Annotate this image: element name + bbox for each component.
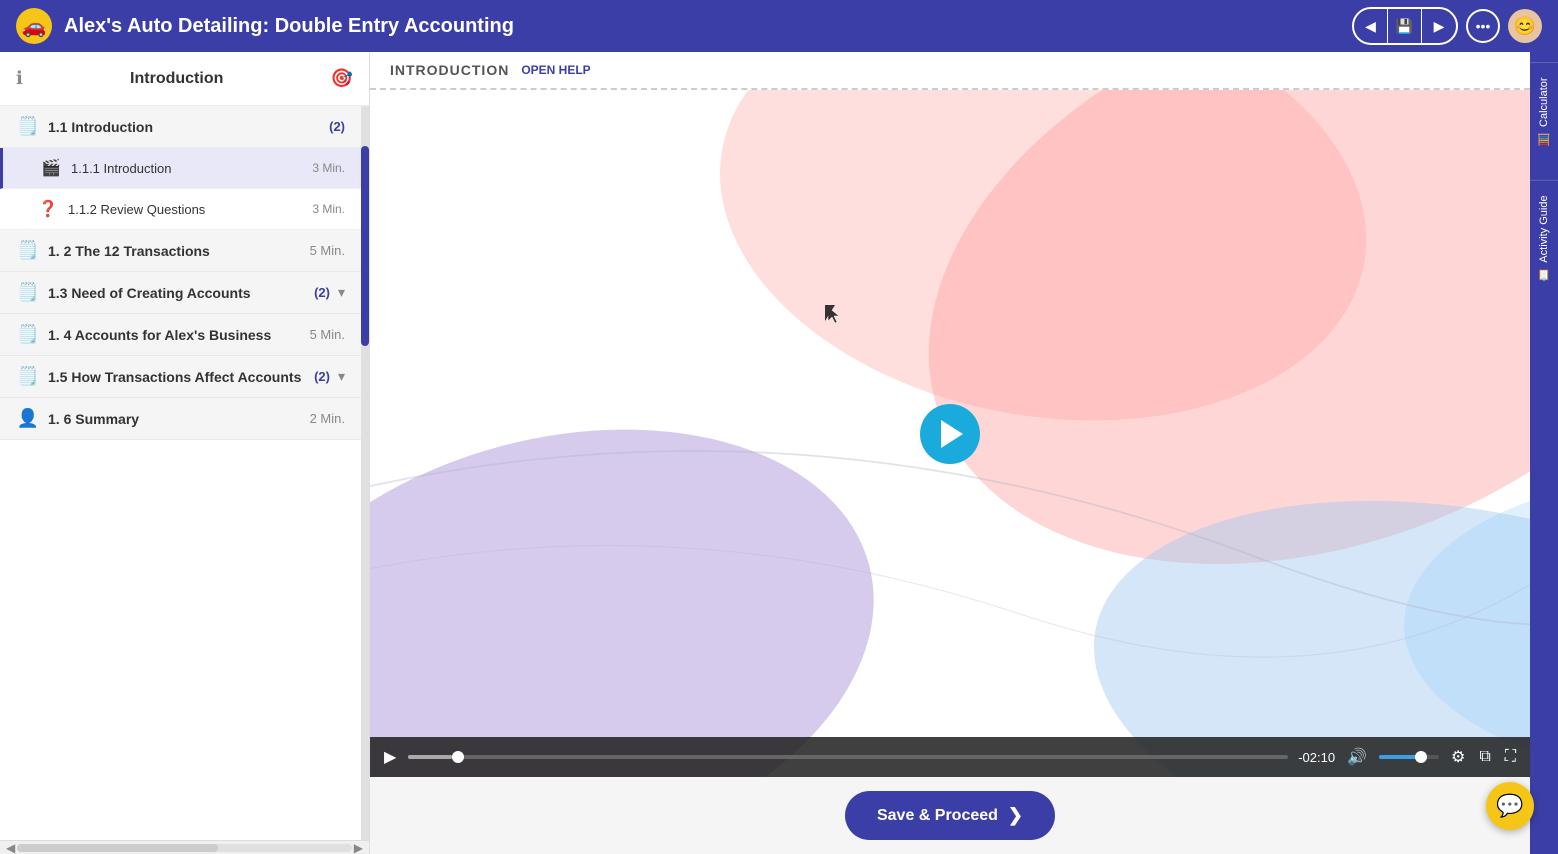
section-s5-icon: 🗒️	[16, 366, 40, 387]
main-layout: ℹ Introduction 🎯 🗒️ 1.1 Introduction (2)…	[0, 52, 1558, 854]
sidebar-item-s1-2[interactable]: ❓ 1.1.2 Review Questions 3 Min.	[0, 189, 361, 230]
sidebar-scroll-thumb[interactable]	[361, 146, 369, 346]
section-s6-icon: 👤	[16, 408, 40, 429]
sub-s1-1-label: 1.1.1 Introduction	[71, 161, 304, 176]
calculator-tab[interactable]: 🧮 Calculator	[1530, 62, 1558, 160]
video-container: ▶ -02:10 🔊 ⚙ ⧉ ⛶	[370, 90, 1530, 777]
section-s3-badge: (2)	[314, 285, 330, 300]
open-help-link[interactable]: OPEN HELP	[521, 63, 590, 77]
save-proceed-button[interactable]: Save & Proceed ❯	[845, 791, 1055, 840]
sidebar: ℹ Introduction 🎯 🗒️ 1.1 Introduction (2)…	[0, 52, 370, 854]
section-s6-duration: 2 Min.	[310, 411, 345, 426]
footer-actions: Save & Proceed ❯	[370, 777, 1530, 854]
video-time: -02:10	[1298, 750, 1335, 765]
section-s1-label: 1.1 Introduction	[48, 119, 321, 135]
save-button[interactable]: 💾	[1388, 9, 1422, 43]
sidebar-item-s4[interactable]: 🗒️ 1. 4 Accounts for Alex's Business 5 M…	[0, 314, 361, 356]
video-background: ▶ -02:10 🔊 ⚙ ⧉ ⛶	[370, 90, 1530, 777]
logo-emoji: 🚗	[22, 14, 47, 39]
sidebar-item-s5[interactable]: 🗒️ 1.5 How Transactions Affect Accounts …	[0, 356, 361, 398]
volume-dot[interactable]	[1415, 751, 1427, 763]
sub-s1-2-duration: 3 Min.	[312, 202, 345, 216]
section-s5-chevron: ▾	[338, 368, 345, 385]
sidebar-item-s1[interactable]: 🗒️ 1.1 Introduction (2)	[0, 106, 361, 148]
section-s1-icon: 🗒️	[16, 116, 40, 137]
header-controls: ◀ 💾 ▶ ••• 😊	[1352, 7, 1542, 45]
nav-btn-group: ◀ 💾 ▶	[1352, 7, 1458, 45]
sub-s1-1-duration: 3 Min.	[312, 161, 345, 175]
hscroll-bar	[17, 844, 352, 852]
sidebar-hscroll[interactable]: ◀ ▶	[0, 840, 369, 854]
calculator-icon: 🧮	[1538, 133, 1551, 146]
section-s5-badge: (2)	[314, 369, 330, 384]
video-fullscreen-button[interactable]: ⛶	[1503, 746, 1518, 768]
section-s3-chevron: ▾	[338, 284, 345, 301]
info-icon[interactable]: ℹ	[16, 68, 23, 89]
sidebar-item-s6[interactable]: 👤 1. 6 Summary 2 Min.	[0, 398, 361, 440]
target-icon[interactable]: 🎯	[331, 68, 353, 89]
content-header: INTRODUCTION OPEN HELP	[370, 52, 1530, 90]
sidebar-title: Introduction	[130, 70, 223, 88]
app-logo: 🚗	[16, 8, 52, 44]
sidebar-scrollbar[interactable]	[361, 106, 369, 840]
save-proceed-label: Save & Proceed	[877, 807, 998, 825]
volume-bar[interactable]	[1379, 755, 1439, 759]
sidebar-header: ℹ Introduction 🎯	[0, 52, 369, 106]
video-play-button[interactable]: ▶	[382, 745, 398, 769]
section-s5-label: 1.5 How Transactions Affect Accounts	[48, 369, 306, 385]
section-s3-icon: 🗒️	[16, 282, 40, 303]
activity-guide-label: Activity Guide	[1538, 195, 1550, 262]
hscroll-thumb	[17, 844, 218, 852]
section-s4-label: 1. 4 Accounts for Alex's Business	[48, 327, 302, 343]
right-panel: 🧮 Calculator 📋 Activity Guide	[1530, 52, 1558, 854]
calculator-label: Calculator	[1538, 77, 1550, 127]
sidebar-list: 🗒️ 1.1 Introduction (2) 🎬 1.1.1 Introduc…	[0, 106, 361, 840]
content-title: INTRODUCTION	[390, 62, 509, 78]
save-proceed-arrow: ❯	[1008, 805, 1023, 826]
section-s6-label: 1. 6 Summary	[48, 411, 302, 427]
sidebar-wrapper: 🗒️ 1.1 Introduction (2) 🎬 1.1.1 Introduc…	[0, 106, 369, 840]
section-s2-label: 1. 2 The 12 Transactions	[48, 243, 302, 259]
sidebar-item-s3[interactable]: 🗒️ 1.3 Need of Creating Accounts (2) ▾	[0, 272, 361, 314]
video-controls-bar: ▶ -02:10 🔊 ⚙ ⧉ ⛶	[370, 737, 1530, 777]
video-progress-fill	[408, 755, 452, 759]
video-progress-dot[interactable]	[452, 751, 464, 763]
chat-bubble[interactable]: 💬	[1486, 782, 1534, 830]
more-button[interactable]: •••	[1466, 9, 1500, 43]
video-progress-bar[interactable]	[408, 755, 1288, 759]
hscroll-right-arrow[interactable]: ▶	[352, 841, 365, 854]
app-header: 🚗 Alex's Auto Detailing: Double Entry Ac…	[0, 0, 1558, 52]
prev-button[interactable]: ◀	[1354, 9, 1388, 43]
section-s3-label: 1.3 Need of Creating Accounts	[48, 285, 306, 301]
content-area: INTRODUCTION OPEN HELP	[370, 52, 1530, 854]
video-pip-button[interactable]: ⧉	[1477, 746, 1492, 768]
sub-s1-2-icon: ❓	[36, 199, 60, 219]
activity-guide-icon: 📋	[1538, 268, 1551, 281]
section-s4-duration: 5 Min.	[310, 327, 345, 342]
sidebar-item-s1-1[interactable]: 🎬 1.1.1 Introduction 3 Min.	[0, 148, 361, 189]
app-title: Alex's Auto Detailing: Double Entry Acco…	[64, 15, 1340, 38]
sub-s1-1-icon: 🎬	[39, 158, 63, 178]
hscroll-left-arrow[interactable]: ◀	[4, 841, 17, 854]
section-s4-icon: 🗒️	[16, 324, 40, 345]
next-button[interactable]: ▶	[1422, 9, 1456, 43]
section-s1-badge: (2)	[329, 119, 345, 134]
chat-icon: 💬	[1496, 793, 1523, 819]
section-s2-duration: 5 Min.	[310, 243, 345, 258]
sidebar-item-s2[interactable]: 🗒️ 1. 2 The 12 Transactions 5 Min.	[0, 230, 361, 272]
section-s2-icon: 🗒️	[16, 240, 40, 261]
video-volume-button[interactable]: 🔊	[1345, 745, 1369, 769]
play-button-center[interactable]	[920, 404, 980, 464]
avatar[interactable]: 😊	[1508, 9, 1542, 43]
activity-guide-tab[interactable]: 📋 Activity Guide	[1530, 180, 1558, 296]
video-settings-button[interactable]: ⚙	[1449, 745, 1467, 769]
sub-s1-2-label: 1.1.2 Review Questions	[68, 202, 304, 217]
